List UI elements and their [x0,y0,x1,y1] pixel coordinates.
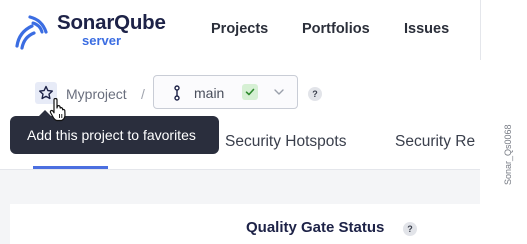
brand-name: SonarQube [57,11,166,34]
quality-status-badge [242,84,258,100]
right-margin [480,0,527,244]
top-navbar: SonarQube server Projects Portfolios Iss… [0,0,527,60]
nav-issues[interactable]: Issues [404,21,449,37]
nav-projects[interactable]: Projects [211,21,268,37]
branch-selector[interactable]: main [153,75,298,109]
right-edge-border [480,0,481,60]
quality-gate-help-icon[interactable]: ? [403,222,417,236]
watermark-label: Sonar_Qs0068 [503,124,513,185]
breadcrumb-project[interactable]: Myproject [66,86,127,102]
tab-security-hotspots[interactable]: Security Hotspots [225,133,346,151]
brand-subtitle: server [82,33,122,48]
branch-name: main [194,85,225,101]
breadcrumb-separator: / [141,86,145,102]
tab-security-reports[interactable]: Security Re [395,133,475,151]
hand-pointer-icon [49,98,66,122]
quality-gate-title: Quality Gate Status [246,219,385,236]
sonar-waves-logo-icon [15,15,48,50]
chevron-down-icon [274,89,284,95]
check-icon [245,88,255,96]
sonarqube-logo[interactable]: SonarQube server [12,11,182,52]
nav-portfolios[interactable]: Portfolios [302,21,370,37]
branch-help-icon[interactable]: ? [308,87,322,101]
branch-icon [174,85,180,101]
tooltip-text: Add this project to favorites [27,127,196,143]
favorite-tooltip: Add this project to favorites [10,110,219,154]
